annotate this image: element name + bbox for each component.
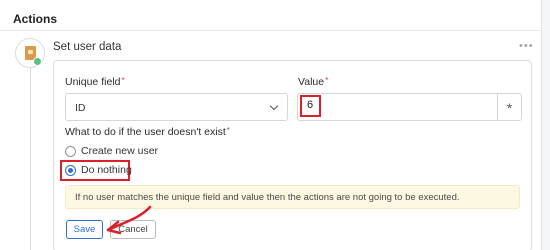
badge-icon <box>33 57 42 66</box>
radio-do-nothing[interactable] <box>65 165 76 176</box>
unique-field-label: Unique field* <box>65 76 125 88</box>
unique-field-value: ID <box>75 102 86 114</box>
save-button[interactable]: Save <box>66 220 103 239</box>
more-dots-icon[interactable]: ••• <box>519 41 534 52</box>
section-title: Actions <box>13 12 58 26</box>
value-input-text: 6 <box>307 99 314 111</box>
radio-create-new-user[interactable] <box>65 146 76 157</box>
unique-field-select[interactable]: ID <box>65 93 288 121</box>
radio-label-create-new-user: Create new user <box>81 145 159 157</box>
value-label: Value* <box>298 76 329 88</box>
value-input[interactable] <box>297 93 497 121</box>
divider <box>0 30 542 31</box>
user-data-icon <box>15 38 45 68</box>
action-title: Set user data <box>53 41 122 53</box>
asterisk-button[interactable]: * <box>497 93 522 121</box>
actions-panel: Actions Set user data ••• Unique field* … <box>0 0 542 250</box>
radio-label-do-nothing: Do nothing <box>81 164 132 176</box>
notice-banner: If no user matches the unique field and … <box>65 185 520 209</box>
timeline-connector <box>30 68 31 250</box>
notice-text: If no user matches the unique field and … <box>75 192 460 203</box>
missing-user-label: What to do if the user doesn't exist* <box>65 126 230 138</box>
chevron-down-icon <box>269 101 279 111</box>
cancel-button[interactable]: Cancel <box>110 220 156 239</box>
